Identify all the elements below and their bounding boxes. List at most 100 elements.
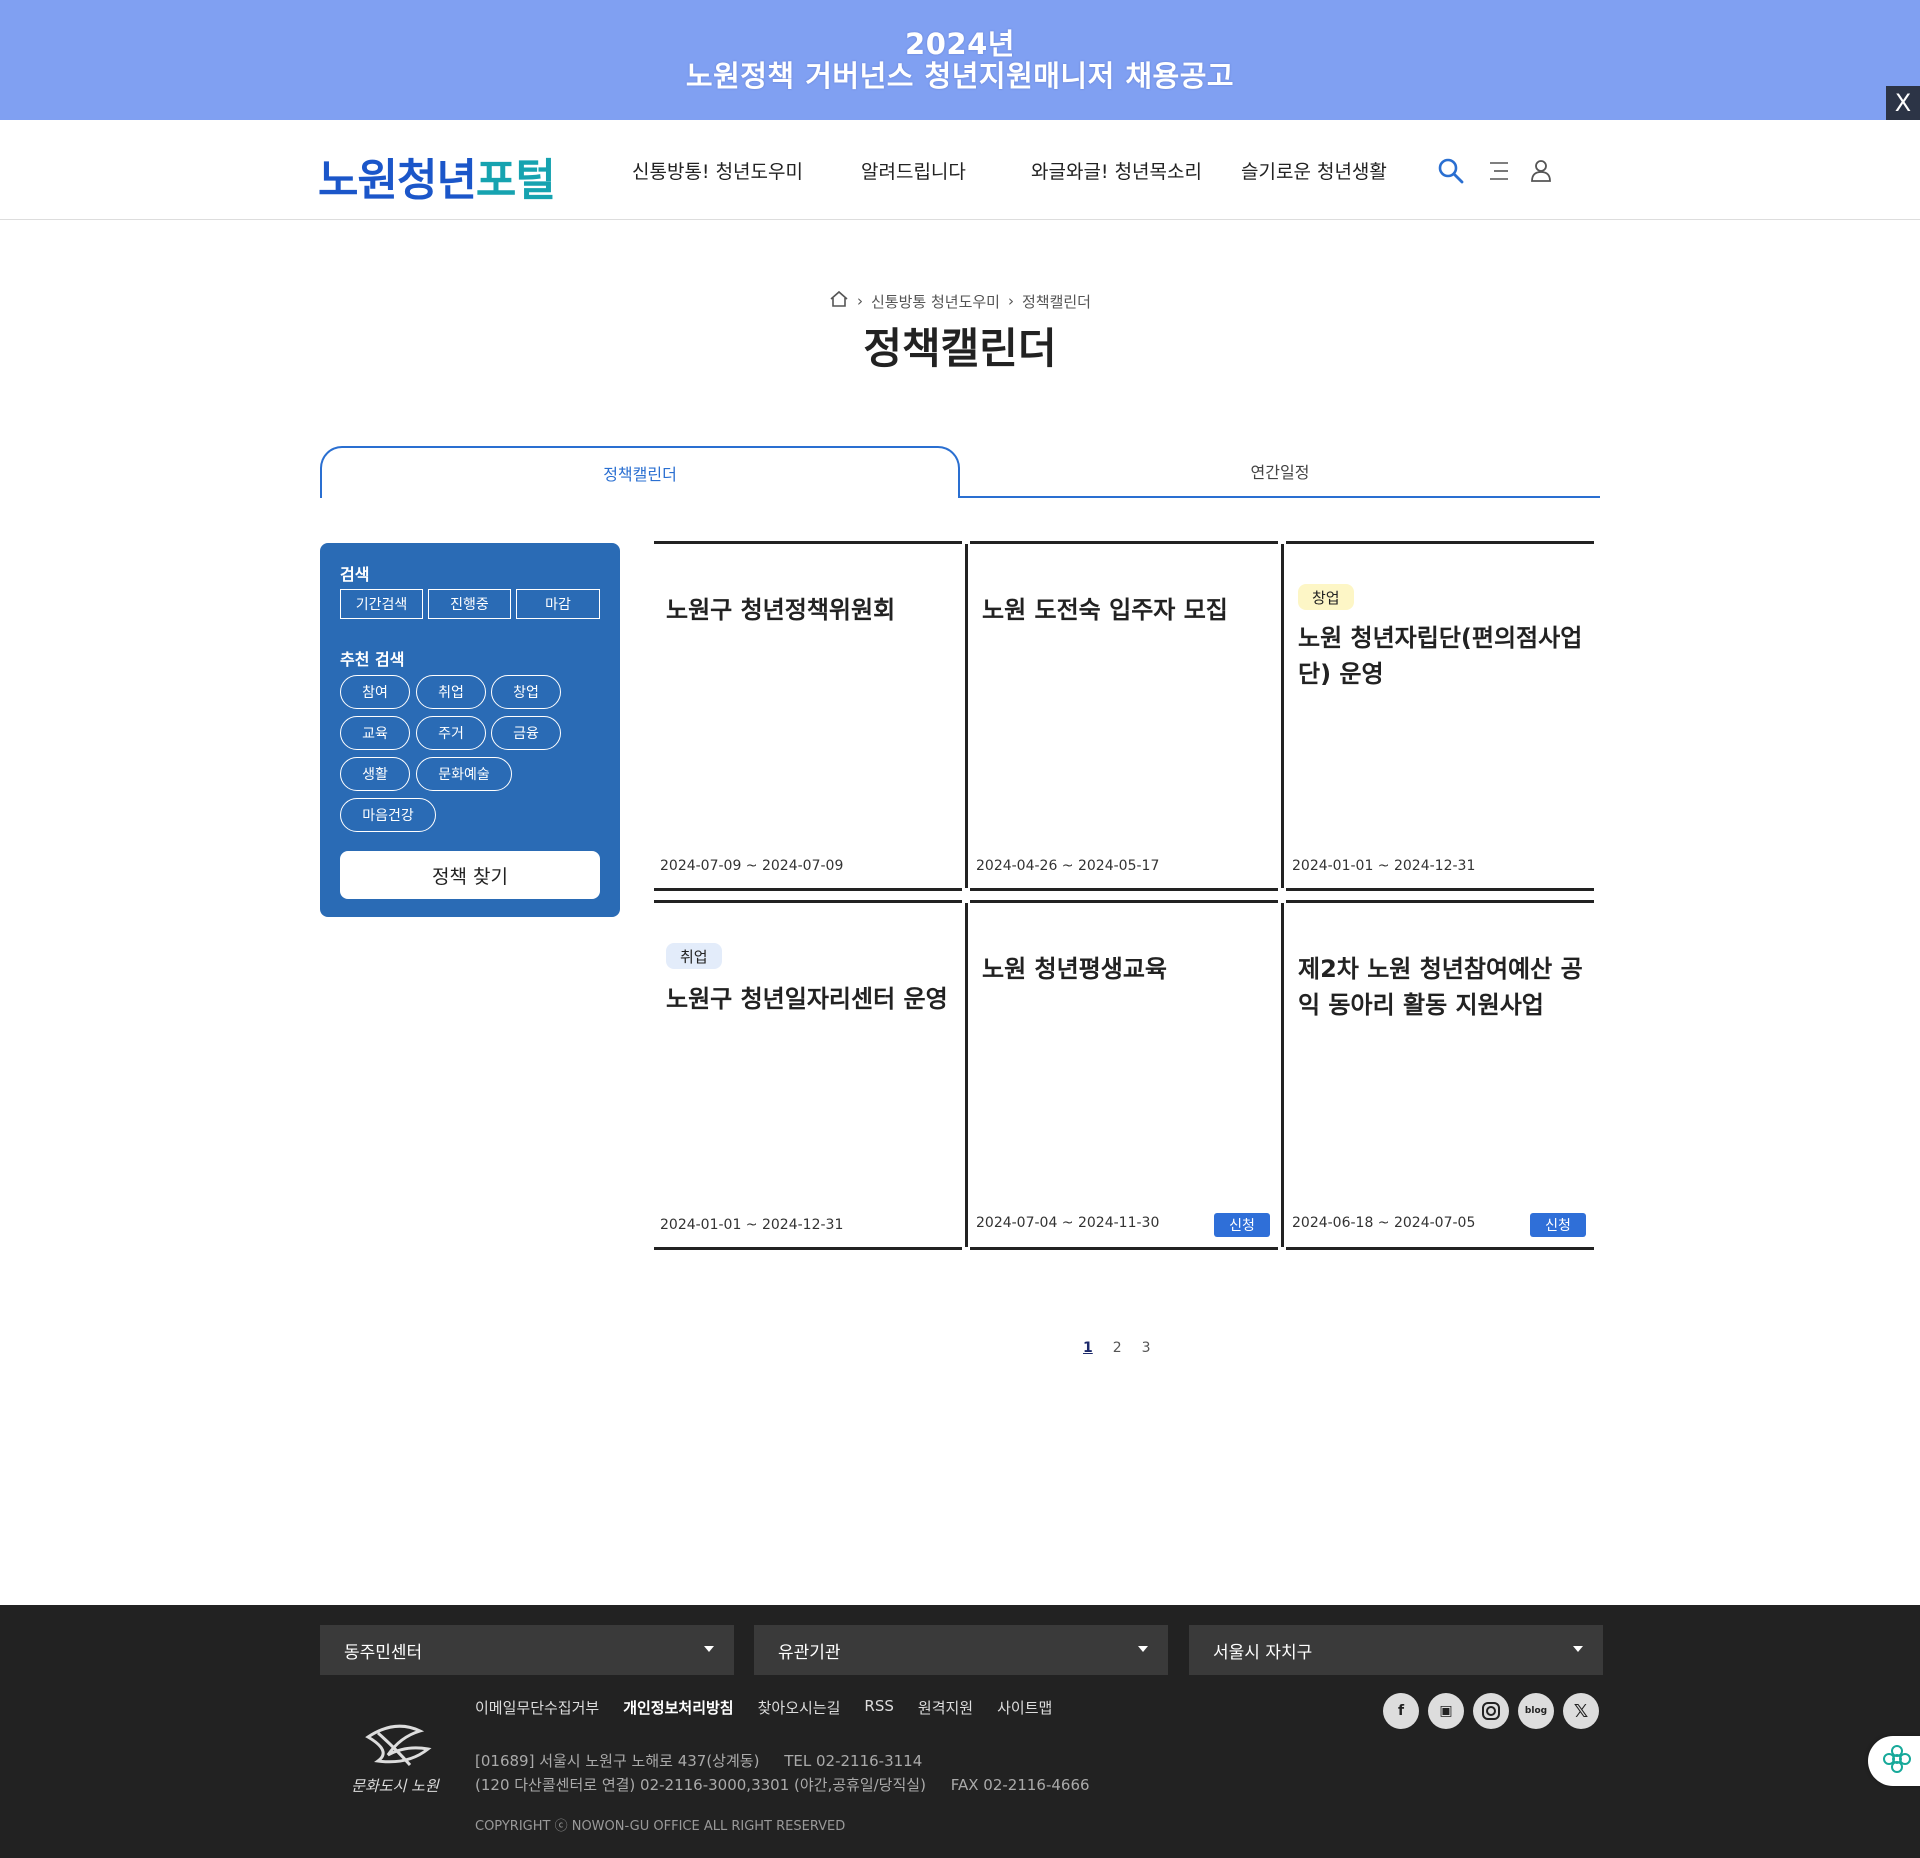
policy-card[interactable]: 노원 청년평생교육 2024-07-04 ~ 2024-11-30 신청 xyxy=(970,900,1284,1250)
flower-icon xyxy=(1882,1744,1912,1778)
card-date: 2024-01-01 ~ 2024-12-31 xyxy=(1292,858,1476,874)
period-search-button[interactable]: 기간검색 xyxy=(340,589,423,619)
card-title: 노원구 청년정책위원회 xyxy=(666,596,896,624)
card-title: 노원 청년자립단(편의점사업단) 운영 xyxy=(1298,624,1583,688)
pagination: 1 2 3 xyxy=(1083,1340,1151,1356)
tag-startup[interactable]: 창업 xyxy=(491,675,561,709)
footer-links: 이메일무단수집거부 개인정보처리방침 찾아오시는길 RSS 원격지원 사이트맵 xyxy=(475,1697,1052,1718)
page-3[interactable]: 3 xyxy=(1142,1340,1151,1356)
policy-card[interactable]: 창업 노원 청년자립단(편의점사업단) 운영 2024-01-01 ~ 2024… xyxy=(1286,541,1594,891)
breadcrumb-item-current[interactable]: 정책캘린더 xyxy=(1022,291,1091,312)
ongoing-button[interactable]: 진행중 xyxy=(428,589,511,619)
caret-down-icon xyxy=(1138,1646,1148,1652)
tag-culture-art[interactable]: 문화예술 xyxy=(416,757,512,791)
policy-card[interactable]: 취업 노원구 청년일자리센터 운영 2024-01-01 ~ 2024-12-3… xyxy=(654,900,968,1250)
tag-life[interactable]: 생활 xyxy=(340,757,410,791)
chevron-right-icon: › xyxy=(1007,292,1014,310)
blog-icon[interactable]: blog xyxy=(1518,1693,1554,1729)
search-label: 검색 xyxy=(340,565,370,584)
tag-finance[interactable]: 금융 xyxy=(491,716,561,750)
select-community-center[interactable]: 동주민센터 xyxy=(320,1625,734,1675)
link-sitemap[interactable]: 사이트맵 xyxy=(997,1697,1052,1718)
footer-address-line1: [01689] 서울시 노원구 노해로 437(상계동) TEL 02-2116… xyxy=(475,1750,922,1771)
callcenter-text: (120 다산콜센터로 연결) 02-2116-3000,3301 (야간,공휴… xyxy=(475,1776,926,1794)
card-date: 2024-06-18 ~ 2024-07-05 xyxy=(1292,1215,1476,1231)
home-icon[interactable] xyxy=(829,290,849,312)
card-date: 2024-01-01 ~ 2024-12-31 xyxy=(660,1217,844,1233)
policy-card[interactable]: 노원 도전숙 입주자 모집 2024-04-26 ~ 2024-05-17 xyxy=(970,541,1284,891)
find-policy-button[interactable]: 정책 찾기 xyxy=(340,851,600,899)
card-divider xyxy=(965,544,968,888)
page-title: 정책캘린더 xyxy=(863,324,1057,373)
card-title: 노원 청년평생교육 xyxy=(982,955,1167,983)
tag-employment[interactable]: 취업 xyxy=(416,675,486,709)
nav-item-voice[interactable]: 와글와글! 청년목소리 xyxy=(1031,120,1202,220)
select-related-org[interactable]: 유관기관 xyxy=(754,1625,1168,1675)
site-logo[interactable]: 노원청년포털 xyxy=(318,144,556,208)
page-1[interactable]: 1 xyxy=(1083,1340,1093,1356)
top-banner[interactable]: 2024년 노원정책 거버넌스 청년지원매니저 채용공고 X xyxy=(0,0,1920,120)
search-panel: 검색 기간검색 진행중 마감 추천 검색 참여 취업 창업 교육 주거 금융 생… xyxy=(320,543,620,917)
search-icon[interactable] xyxy=(1436,156,1466,186)
card-divider xyxy=(1281,903,1284,1247)
breadcrumb: › 신통방통 청년도우미 › 정책캘린더 xyxy=(0,290,1920,312)
instagram-icon[interactable] xyxy=(1473,1693,1509,1729)
category-badge: 취업 xyxy=(666,943,722,969)
policy-card[interactable]: 제2차 노원 청년참여예산 공익 동아리 활동 지원사업 2024-06-18 … xyxy=(1286,900,1594,1250)
page-2[interactable]: 2 xyxy=(1113,1340,1122,1356)
link-privacy-policy[interactable]: 개인정보처리방침 xyxy=(623,1697,733,1718)
apply-badge: 신청 xyxy=(1530,1213,1586,1237)
banner-year: 2024년 xyxy=(905,27,1015,61)
nav-item-helper[interactable]: 신통방통! 청년도우미 xyxy=(632,120,803,220)
facebook-icon[interactable]: f xyxy=(1383,1693,1419,1729)
logo-text-part1: 노원청년 xyxy=(318,155,477,206)
chevron-right-icon: › xyxy=(857,292,863,310)
card-date: 2024-07-04 ~ 2024-11-30 xyxy=(976,1215,1160,1231)
fax-text: FAX 02-2116-4666 xyxy=(950,1776,1090,1794)
policy-card[interactable]: 노원구 청년정책위원회 2024-07-09 ~ 2024-07-09 xyxy=(654,541,968,891)
site-footer: 동주민센터 유관기관 서울시 자치구 문화도시 노원 이메일무단수집거부 개인정… xyxy=(0,1605,1920,1858)
nav-item-life[interactable]: 슬기로운 청년생활 xyxy=(1241,120,1387,220)
banner-title: 노원정책 거버넌스 청년지원매니저 채용공고 xyxy=(685,59,1235,93)
select-label: 유관기관 xyxy=(778,1642,841,1663)
address-text: [01689] 서울시 노원구 노해로 437(상계동) xyxy=(475,1752,760,1770)
nav-item-notice[interactable]: 알려드립니다 xyxy=(861,120,966,220)
banner-close-button[interactable]: X xyxy=(1886,86,1920,120)
menu-icon[interactable] xyxy=(1484,156,1514,186)
link-email-refusal[interactable]: 이메일무단수집거부 xyxy=(475,1697,599,1718)
card-date: 2024-07-09 ~ 2024-07-09 xyxy=(660,858,844,874)
tab-annual-schedule[interactable]: 연간일정 xyxy=(960,446,1600,498)
tag-participation[interactable]: 참여 xyxy=(340,675,410,709)
link-remote-support[interactable]: 원격지원 xyxy=(918,1697,973,1718)
link-directions[interactable]: 찾아오시는길 xyxy=(758,1697,841,1718)
x-icon[interactable]: 𝕏 xyxy=(1563,1693,1599,1729)
link-rss[interactable]: RSS xyxy=(864,1697,893,1718)
footer-logo-text: 문화도시 노원 xyxy=(351,1777,440,1795)
tag-education[interactable]: 교육 xyxy=(340,716,410,750)
caret-down-icon xyxy=(704,1646,714,1652)
tel-text: TEL 02-2116-3114 xyxy=(784,1752,923,1770)
caret-down-icon xyxy=(1573,1646,1583,1652)
footer-address-line2: (120 다산콜센터로 연결) 02-2116-3000,3301 (야간,공휴… xyxy=(475,1774,1090,1795)
recommend-label: 추천 검색 xyxy=(340,650,405,669)
tag-mental-health[interactable]: 마음건강 xyxy=(340,798,436,832)
copyright: COPYRIGHT ⓒ NOWON-GU OFFICE ALL RIGHT RE… xyxy=(475,1819,846,1834)
kakao-icon[interactable]: ▣ xyxy=(1428,1693,1464,1729)
card-date: 2024-04-26 ~ 2024-05-17 xyxy=(976,858,1160,874)
user-icon[interactable] xyxy=(1526,156,1556,186)
logo-text-part2: 포털 xyxy=(475,155,556,206)
card-title: 제2차 노원 청년참여예산 공익 동아리 활동 지원사업 xyxy=(1298,955,1583,1019)
card-title: 노원구 청년일자리센터 운영 xyxy=(666,985,948,1013)
site-header: 노원청년포털 신통방통! 청년도우미 알려드립니다 와글와글! 청년목소리 슬기… xyxy=(0,120,1920,220)
card-divider xyxy=(965,903,968,1247)
tab-policy-calendar[interactable]: 정책캘린더 xyxy=(320,446,960,498)
select-label: 서울시 자치구 xyxy=(1213,1642,1313,1663)
closed-button[interactable]: 마감 xyxy=(516,589,600,619)
category-badge: 창업 xyxy=(1298,584,1354,610)
select-seoul-district[interactable]: 서울시 자치구 xyxy=(1189,1625,1603,1675)
apply-badge: 신청 xyxy=(1214,1213,1270,1237)
floating-chat-button[interactable] xyxy=(1868,1736,1920,1786)
footer-logo: 문화도시 노원 xyxy=(348,1715,443,1805)
breadcrumb-item-helper[interactable]: 신통방통 청년도우미 xyxy=(871,291,1000,312)
tag-housing[interactable]: 주거 xyxy=(416,716,486,750)
